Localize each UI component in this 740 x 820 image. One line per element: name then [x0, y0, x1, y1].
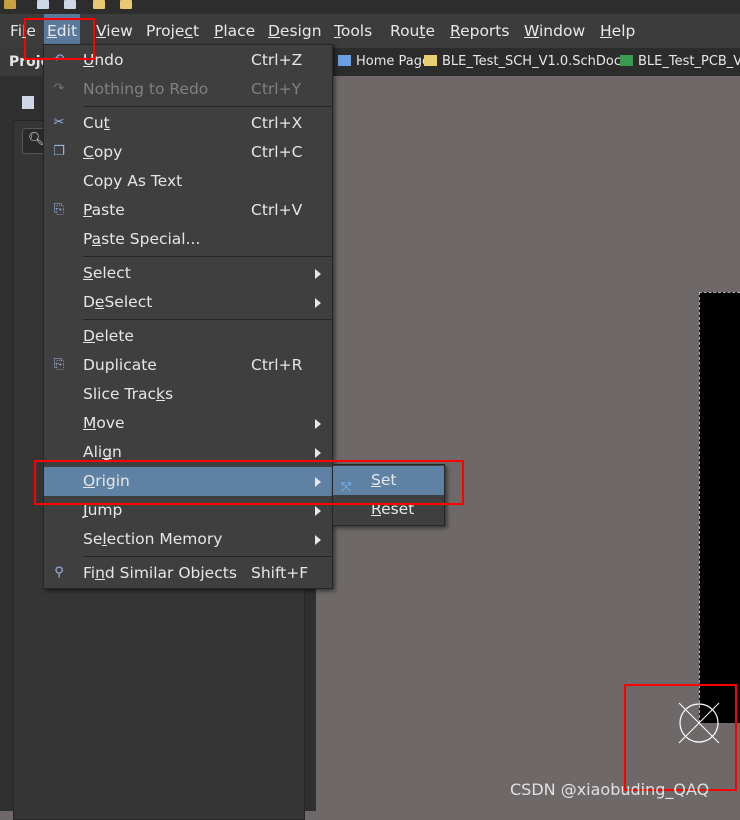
- tab-label: Home Page: [356, 54, 430, 69]
- menu-separator: [83, 106, 333, 107]
- shortcut-label: Ctrl+X: [251, 114, 303, 132]
- menu-item-label: Selection Memory: [83, 530, 223, 548]
- tab-label: BLE_Test_PCB_V1: [638, 54, 740, 69]
- submenu-arrow-icon: [315, 448, 321, 458]
- menu-item-label: Find Similar Objects: [83, 564, 237, 582]
- menu-item-paste-special[interactable]: Paste Special...: [44, 225, 332, 254]
- menu-item-label: Move: [83, 414, 125, 432]
- edit-menu-dropdown: ↶ Undo Ctrl+Z ↷ Nothing to Redo Ctrl+Y ✂ Cut Ctr…: [43, 44, 333, 589]
- pcb-board: [699, 292, 740, 723]
- submenu-arrow-icon: [315, 269, 321, 279]
- duplicate-icon: ⎘: [53, 357, 65, 372]
- menu-item-label: Nothing to Redo: [83, 80, 209, 98]
- menu-item-duplicate[interactable]: ⎘ Duplicate Ctrl+R: [44, 351, 332, 380]
- home-icon: [338, 55, 351, 66]
- submenu-arrow-icon: [315, 506, 321, 516]
- toolbar: [0, 0, 740, 14]
- menu-help[interactable]: Help: [597, 14, 638, 48]
- open-project-icon[interactable]: [120, 0, 132, 9]
- menu-item-label: Duplicate: [83, 356, 157, 374]
- menu-project[interactable]: Project: [143, 14, 202, 48]
- shortcut-label: Ctrl+Y: [251, 80, 302, 98]
- watermark: CSDN @xiaobuding_QAQ: [510, 780, 710, 799]
- menu-bar: File Edit View Project Place Design Tools Route…: [0, 14, 740, 48]
- menu-tools[interactable]: Tools: [331, 14, 375, 48]
- menu-separator: [83, 556, 333, 557]
- shortcut-label: Ctrl+R: [251, 356, 303, 374]
- menu-route[interactable]: Route: [387, 14, 438, 48]
- menu-item-move[interactable]: Move: [44, 409, 332, 438]
- menu-item-label: DeSelect: [83, 293, 153, 311]
- annotation-box-edit: [24, 18, 95, 60]
- menu-item-copy-as-text[interactable]: Copy As Text: [44, 167, 332, 196]
- tab-1[interactable]: BLE_Test_SCH_V1.0.SchDoc: [424, 48, 621, 76]
- paste-icon: ⎘: [53, 202, 65, 217]
- shortcut-label: Shift+F: [251, 564, 309, 582]
- menu-item-label: Paste: [83, 201, 125, 219]
- menu-item-find-similar-objects[interactable]: ⚲ Find Similar Objects Shift+F: [44, 559, 332, 588]
- menu-item-nothing-to-redo: ↷ Nothing to Redo Ctrl+Y: [44, 75, 332, 104]
- save-all-icon[interactable]: [64, 0, 76, 9]
- menu-window[interactable]: Window: [521, 14, 588, 48]
- menu-item-deselect[interactable]: DeSelect: [44, 288, 332, 317]
- scissors-icon: ✂: [53, 115, 65, 130]
- pcb-doc-icon: [620, 55, 633, 66]
- menu-separator: [83, 256, 333, 257]
- annotation-box-origin-marker: [624, 684, 737, 791]
- app-icon: [4, 0, 16, 9]
- menu-item-paste[interactable]: ⎘ Paste Ctrl+V: [44, 196, 332, 225]
- menu-item-copy[interactable]: ❐ Copy Ctrl+C: [44, 138, 332, 167]
- menu-separator: [83, 319, 333, 320]
- menu-item-label: Slice Tracks: [83, 385, 174, 403]
- schematic-doc-icon: [424, 55, 437, 66]
- open-icon[interactable]: [93, 0, 105, 9]
- copy-icon: ❐: [53, 144, 65, 159]
- menu-item-label: Copy: [83, 143, 123, 161]
- shortcut-label: Ctrl+Z: [251, 51, 303, 69]
- menu-item-label: Delete: [83, 327, 134, 345]
- shortcut-label: Ctrl+C: [251, 143, 303, 161]
- redo-icon: ↷: [53, 81, 65, 96]
- menu-item-selection-memory[interactable]: Selection Memory: [44, 525, 332, 554]
- submenu-arrow-icon: [315, 535, 321, 545]
- menu-item-select[interactable]: Select: [44, 259, 332, 288]
- menu-item-slice-tracks[interactable]: Slice Tracks: [44, 380, 332, 409]
- save-icon[interactable]: [22, 96, 34, 109]
- menu-item-label: Copy As Text: [83, 172, 183, 190]
- menu-item-cut[interactable]: ✂ Cut Ctrl+X: [44, 109, 332, 138]
- menu-item-delete[interactable]: Delete: [44, 322, 332, 351]
- tab-0[interactable]: Home Page: [338, 48, 430, 76]
- save-icon[interactable]: [37, 0, 49, 9]
- annotation-box-origin: [34, 460, 464, 505]
- menu-view[interactable]: View: [93, 14, 136, 48]
- menu-place[interactable]: Place: [211, 14, 258, 48]
- menu-item-label: Paste Special...: [83, 230, 201, 248]
- menu-reports[interactable]: Reports: [447, 14, 512, 48]
- submenu-arrow-icon: [315, 419, 321, 429]
- menu-item-label: Cut: [83, 114, 110, 132]
- tab-label: BLE_Test_SCH_V1.0.SchDoc: [442, 54, 622, 69]
- magnifier-icon: ⚲: [54, 565, 64, 580]
- menu-item-label: Select: [83, 264, 131, 282]
- menu-design[interactable]: Design: [265, 14, 325, 48]
- shortcut-label: Ctrl+V: [251, 201, 303, 219]
- document-tabs: Home Page BLE_Test_SCH_V1.0.SchDoc BLE_Tes…: [316, 48, 740, 76]
- submenu-arrow-icon: [315, 298, 321, 308]
- tab-2[interactable]: BLE_Test_PCB_V1: [620, 48, 740, 76]
